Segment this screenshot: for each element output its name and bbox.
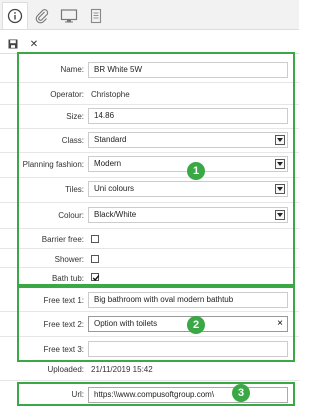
free-text-1-label: Free text 1:: [43, 296, 84, 305]
tab-info[interactable]: [2, 2, 28, 29]
divider: [0, 228, 299, 229]
divider: [0, 380, 299, 381]
size-row: Size: 14.86: [0, 107, 299, 125]
planning-fashion-row: Planning fashion: Modern: [0, 155, 299, 173]
save-icon: [8, 39, 18, 49]
toolbar: ✕: [0, 34, 299, 54]
tab-attachments[interactable]: [29, 2, 55, 29]
chevron-down-icon[interactable]: [275, 184, 285, 194]
chevron-down-icon[interactable]: [275, 135, 285, 145]
tiles-label: Tiles:: [65, 185, 84, 194]
divider: [0, 104, 299, 105]
close-icon: ✕: [29, 38, 39, 50]
clear-icon[interactable]: ×: [277, 318, 283, 330]
divider: [0, 267, 299, 268]
divider: [0, 202, 299, 203]
free-text-2-row: Free text 2: Option with toilets ×: [0, 315, 299, 333]
url-input[interactable]: https:\\www.compusoftgroup.com\: [88, 387, 288, 403]
close-button[interactable]: ✕: [27, 37, 41, 51]
save-button[interactable]: [6, 37, 20, 51]
divider: [0, 82, 299, 83]
free-text-1-input[interactable]: Big bathroom with oval modern bathtub: [88, 292, 288, 308]
barrier-free-row: Barrier free:: [0, 231, 299, 247]
url-row: Url: https:\\www.compusoftgroup.com\: [0, 386, 299, 403]
operator-row: Operator: Christophe: [0, 86, 299, 104]
chevron-down-icon[interactable]: [275, 159, 285, 169]
name-label: Name:: [60, 65, 84, 74]
shower-row: Shower:: [0, 251, 299, 267]
barrier-free-checkbox[interactable]: [91, 235, 99, 243]
class-select[interactable]: Standard: [88, 132, 288, 148]
free-text-3-input[interactable]: [88, 341, 288, 357]
chevron-down-icon[interactable]: [275, 210, 285, 220]
badge-2: 2: [187, 316, 205, 334]
shower-label: Shower:: [54, 255, 84, 264]
uploaded-label: Uploaded:: [47, 365, 84, 374]
divider: [0, 152, 299, 153]
divider: [0, 177, 299, 178]
colour-select[interactable]: Black/White: [88, 207, 288, 223]
paperclip-icon: [35, 8, 49, 23]
url-label: Url:: [71, 390, 84, 399]
document-icon: [90, 8, 102, 23]
checkmark-icon: [92, 275, 100, 282]
info-icon: [7, 8, 23, 24]
divider: [0, 311, 299, 312]
operator-label: Operator:: [50, 90, 84, 99]
free-text-2-value: Option with toilets: [94, 319, 158, 328]
operator-value: Christophe: [91, 90, 130, 99]
monitor-icon: [60, 8, 78, 22]
class-value: Standard: [94, 135, 127, 144]
free-text-2-label: Free text 2:: [43, 320, 84, 329]
barrier-free-label: Barrier free:: [41, 235, 84, 244]
tiles-select[interactable]: Uni colours: [88, 181, 288, 197]
class-label: Class:: [61, 136, 84, 145]
colour-value: Black/White: [94, 210, 137, 219]
uploaded-row: Uploaded: 21/11/2019 15:42: [0, 364, 299, 378]
badge-3: 3: [232, 384, 250, 402]
bath-tub-checkbox[interactable]: [91, 273, 100, 282]
free-text-3-row: Free text 3:: [0, 339, 299, 357]
tiles-value: Uni colours: [94, 184, 135, 193]
name-row: Name: BR White 5W: [0, 61, 299, 79]
bath-tub-row: Bath tub:: [0, 270, 299, 286]
shower-checkbox[interactable]: [91, 255, 99, 263]
tiles-row: Tiles: Uni colours: [0, 180, 299, 198]
planning-fashion-value: Modern: [94, 159, 122, 168]
divider: [0, 128, 299, 129]
colour-row: Colour: Black/White: [0, 205, 299, 223]
tab-display[interactable]: [56, 2, 82, 29]
bath-tub-label: Bath tub:: [51, 274, 84, 283]
planning-fashion-label: Planning fashion:: [22, 160, 84, 169]
free-text-3-label: Free text 3:: [43, 345, 84, 354]
colour-label: Colour:: [58, 211, 84, 220]
class-row: Class: Standard: [0, 131, 299, 149]
size-input[interactable]: 14.86: [88, 108, 288, 124]
tab-document[interactable]: [83, 2, 109, 29]
divider: [0, 336, 299, 337]
divider: [0, 248, 299, 249]
free-text-1-row: Free text 1: Big bathroom with oval mode…: [0, 291, 299, 309]
size-label: Size:: [66, 112, 84, 121]
badge-1: 1: [187, 162, 205, 180]
uploaded-value: 21/11/2019 15:42: [91, 365, 153, 374]
name-input[interactable]: BR White 5W: [88, 62, 288, 78]
tab-bar: [0, 0, 299, 30]
